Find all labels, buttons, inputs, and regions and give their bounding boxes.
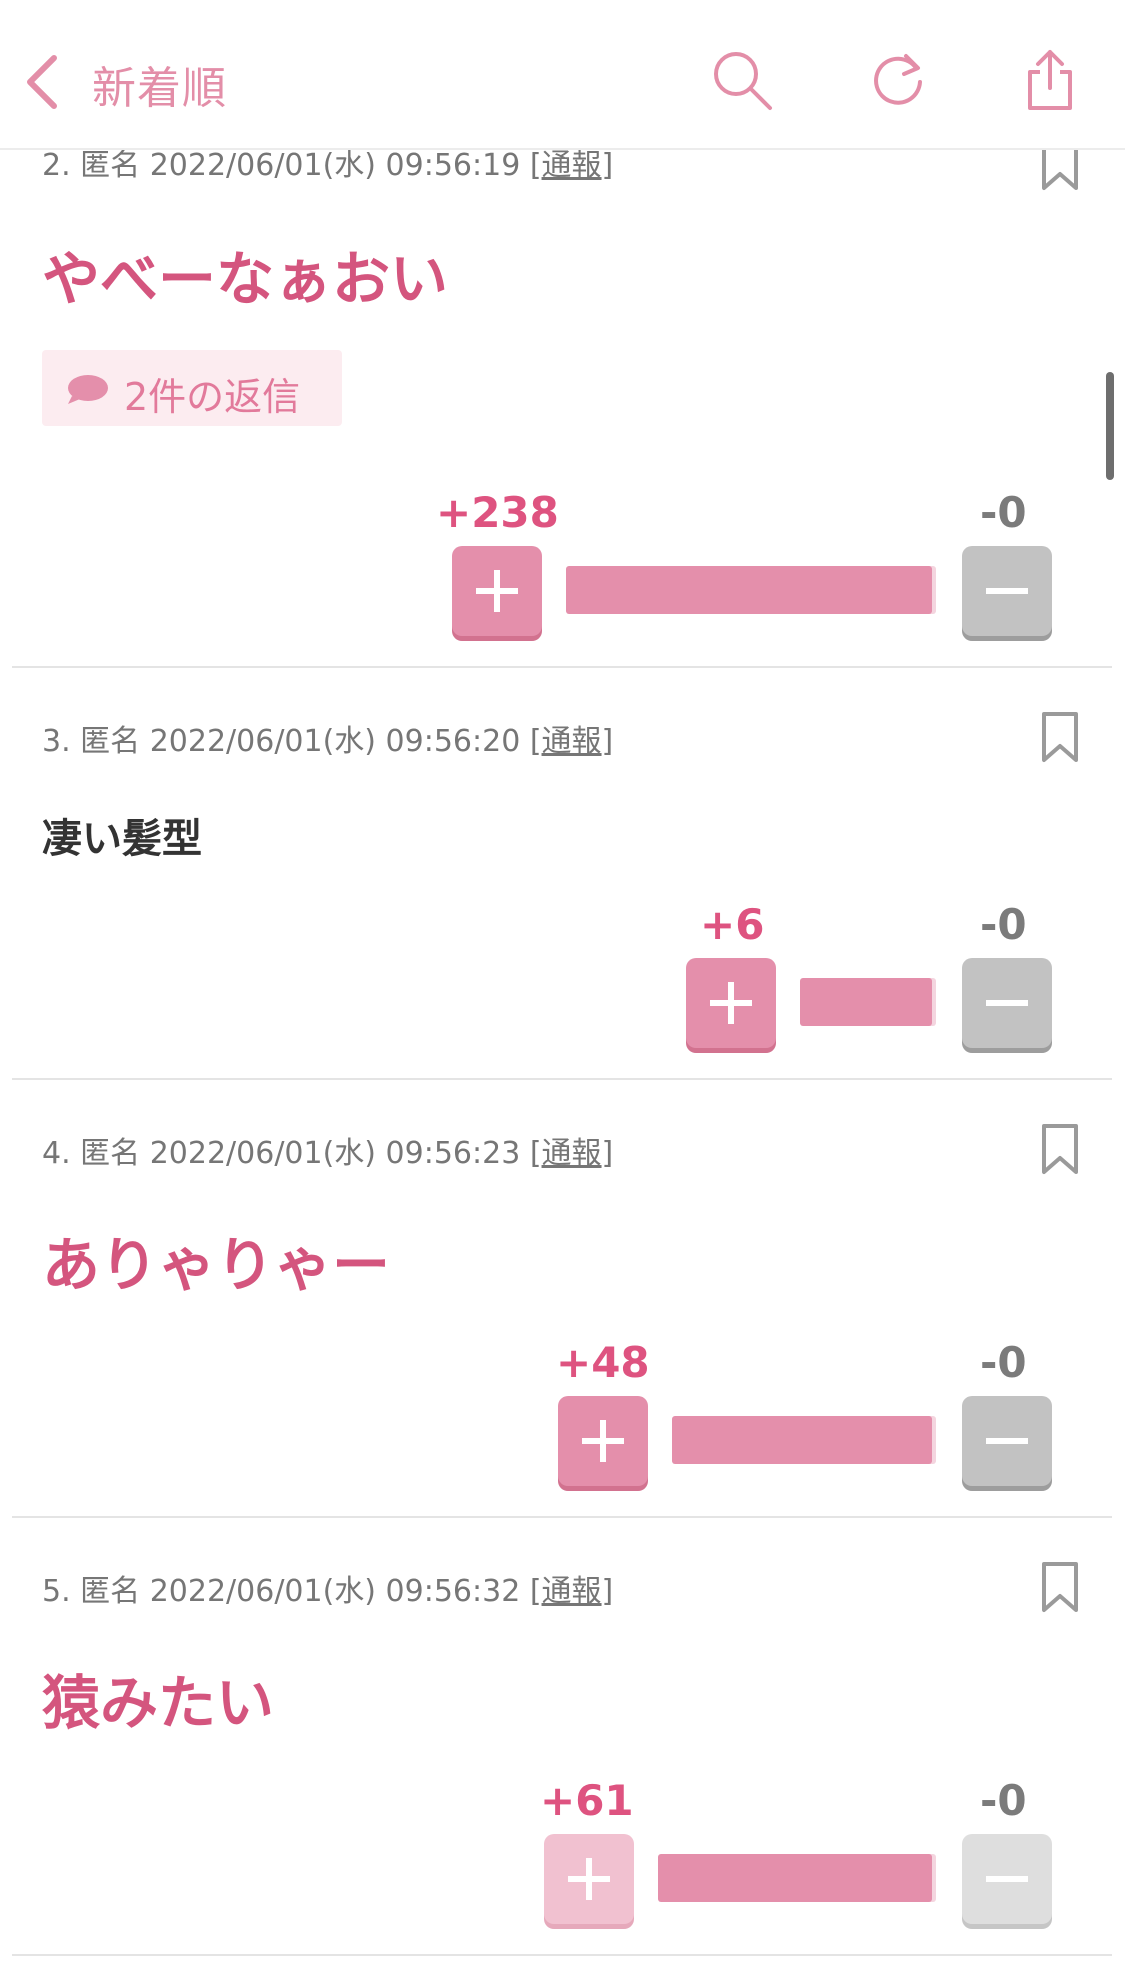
vote-ratio-bar xyxy=(566,566,932,614)
comment-meta: 4. 匿名 2022/06/01(水) 09:56:23 [通報] xyxy=(42,1136,614,1171)
report-link[interactable]: 通報 xyxy=(542,1136,602,1171)
minus-count: -0 xyxy=(980,900,1027,949)
vote-ratio-bar xyxy=(658,1854,932,1902)
minus-count: -0 xyxy=(980,488,1027,537)
plus-icon xyxy=(710,982,752,1024)
plus-button[interactable] xyxy=(544,1834,634,1924)
report-link[interactable]: 通報 xyxy=(542,1574,602,1609)
minus-count: -0 xyxy=(980,1776,1027,1825)
comment-meta: 5. 匿名 2022/06/01(水) 09:56:32 [通報] xyxy=(42,1574,614,1609)
minus-count: -0 xyxy=(980,1338,1027,1387)
comment-meta: 3. 匿名 2022/06/01(水) 09:56:20 [通報] xyxy=(42,724,614,759)
divider xyxy=(12,1516,1112,1518)
minus-icon xyxy=(986,1876,1028,1882)
minus-button[interactable] xyxy=(962,958,1052,1048)
back-icon[interactable] xyxy=(22,52,62,112)
search-icon[interactable] xyxy=(710,48,774,112)
share-icon[interactable] xyxy=(1018,48,1082,112)
plus-icon xyxy=(476,570,518,612)
speech-bubble-icon xyxy=(68,375,108,404)
plus-button[interactable] xyxy=(686,958,776,1048)
divider xyxy=(12,1954,1112,1956)
vote-ratio-bar xyxy=(800,978,932,1026)
report-link[interactable]: 通報 xyxy=(542,148,602,183)
comment-text: 凄い髪型 xyxy=(42,816,202,862)
plus-count: +48 xyxy=(556,1338,650,1387)
plus-count: +6 xyxy=(700,900,765,949)
comment-text: やべーなぁおい xyxy=(42,245,449,313)
comment-text: 猿みたい xyxy=(42,1669,275,1737)
divider xyxy=(12,666,1112,668)
replies-label: 2件の返信 xyxy=(124,375,301,419)
page-title: 新着順 xyxy=(92,63,227,114)
plus-button[interactable] xyxy=(558,1396,648,1486)
vote-ratio-bar xyxy=(672,1416,932,1464)
minus-icon xyxy=(986,588,1028,594)
comment-text: ありゃりゃー xyxy=(42,1231,391,1299)
report-link[interactable]: 通報 xyxy=(542,724,602,759)
minus-button[interactable] xyxy=(962,1396,1052,1486)
plus-count: +238 xyxy=(436,488,559,537)
top-nav-bar: 新着順 xyxy=(0,0,1125,150)
replies-button[interactable]: 2件の返信 xyxy=(42,350,342,426)
plus-icon xyxy=(568,1858,610,1900)
divider xyxy=(12,1078,1112,1080)
minus-icon xyxy=(986,1000,1028,1006)
scrollbar[interactable] xyxy=(1106,372,1114,480)
bookmark-icon[interactable] xyxy=(1040,712,1080,764)
reload-icon[interactable] xyxy=(866,48,930,112)
bookmark-icon[interactable] xyxy=(1040,1124,1080,1176)
minus-button[interactable] xyxy=(962,546,1052,636)
minus-icon xyxy=(986,1438,1028,1444)
bookmark-icon[interactable] xyxy=(1040,1562,1080,1614)
plus-count: +61 xyxy=(540,1776,634,1825)
minus-button[interactable] xyxy=(962,1834,1052,1924)
plus-button[interactable] xyxy=(452,546,542,636)
plus-icon xyxy=(582,1420,624,1462)
